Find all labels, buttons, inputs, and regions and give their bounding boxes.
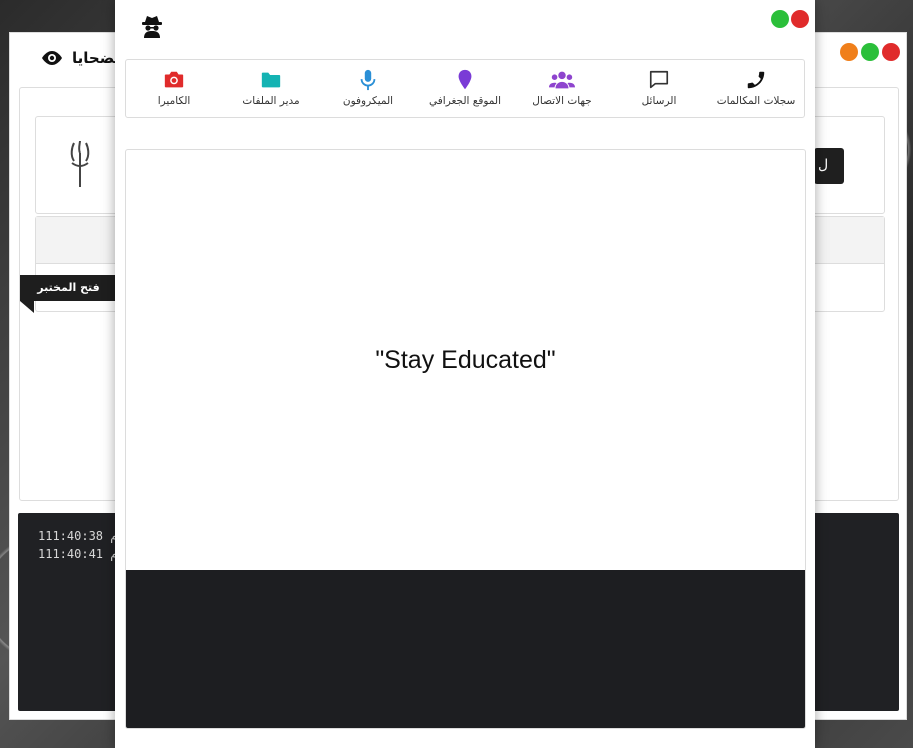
- ribbon-tail: [20, 301, 34, 313]
- tool-label: الميكروفون: [342, 95, 394, 107]
- eye-icon: [42, 51, 62, 65]
- output-console: [126, 570, 805, 728]
- maximize-dot[interactable]: [861, 43, 879, 61]
- tool-contacts[interactable]: جهات الاتصال: [520, 60, 604, 117]
- phone-icon: [747, 71, 765, 89]
- close-dot[interactable]: [882, 43, 900, 61]
- tool-label: جهات الاتصال: [532, 95, 592, 107]
- microphone-icon: [360, 69, 376, 91]
- tool-label: مدير الملفات: [242, 95, 300, 107]
- tool-file-manager[interactable]: مدير الملفات: [229, 60, 313, 117]
- window-controls: [840, 43, 900, 61]
- map-pin-icon: [458, 69, 472, 90]
- tool-messages[interactable]: الرسائل: [617, 60, 701, 117]
- modal-window-controls: [771, 10, 809, 28]
- maximize-dot[interactable]: [771, 10, 789, 28]
- feature-display-panel: "Stay Educated": [125, 149, 806, 729]
- trident-logo-icon: [70, 140, 90, 187]
- tool-label: سجلات المكالمات: [716, 95, 796, 107]
- tool-location[interactable]: الموقع الجغرافي: [423, 60, 507, 117]
- tool-label: الرسائل: [641, 95, 677, 107]
- close-dot[interactable]: [791, 10, 809, 28]
- message-icon: [649, 70, 669, 89]
- tool-label: الكاميرا: [157, 95, 191, 107]
- spy-icon: [142, 16, 162, 38]
- feature-toolbar: سجلات المكالمات الرسائل جهات الاتصال الم…: [125, 59, 805, 118]
- victim-control-modal: سجلات المكالمات الرسائل جهات الاتصال الم…: [115, 0, 815, 748]
- open-lab-button[interactable]: فتح المختبر: [20, 275, 117, 301]
- camera-icon: [164, 71, 184, 88]
- tool-label: الموقع الجغرافي: [429, 95, 501, 107]
- action-button[interactable]: ل: [814, 148, 844, 184]
- users-icon: [549, 71, 575, 89]
- tool-call-logs[interactable]: سجلات المكالمات: [714, 60, 798, 117]
- minimize-dot[interactable]: [840, 43, 858, 61]
- tool-camera[interactable]: الكاميرا: [132, 60, 216, 117]
- tool-microphone[interactable]: الميكروفون: [326, 60, 410, 117]
- display-message: "Stay Educated": [375, 346, 556, 374]
- folder-icon: [261, 72, 281, 88]
- window-title: الضحايا: [40, 49, 125, 67]
